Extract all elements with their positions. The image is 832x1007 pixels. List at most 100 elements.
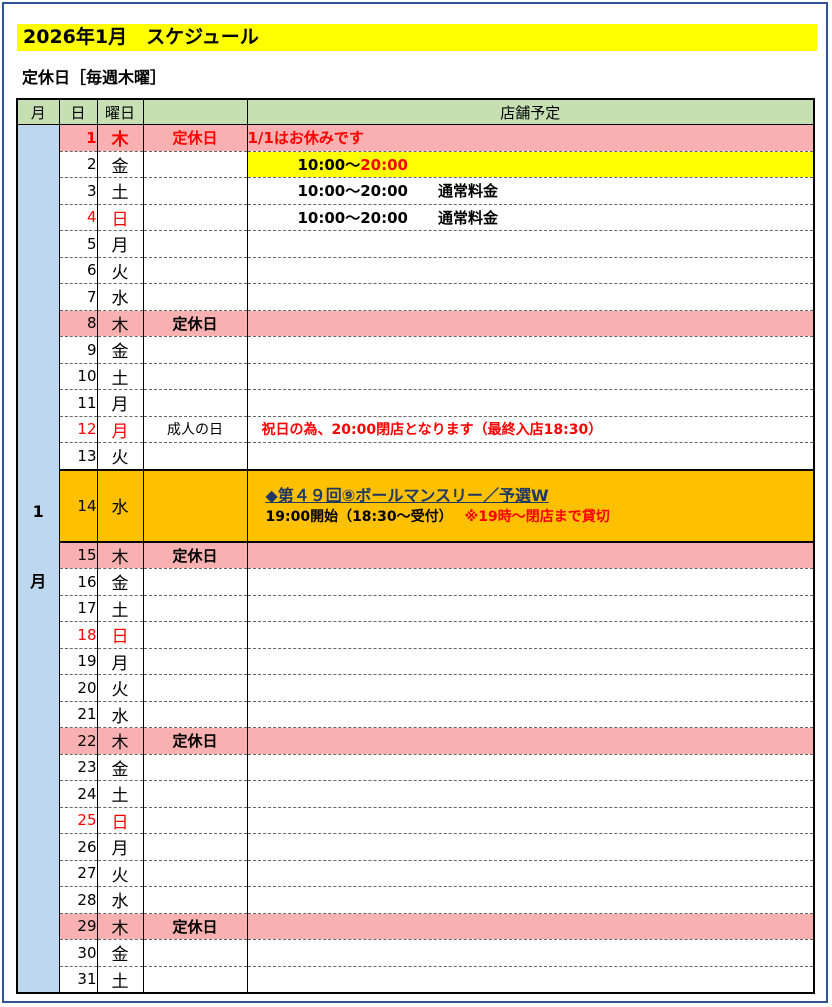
note-cell: 定休日 bbox=[142, 124, 248, 152]
dow-cell: 金 bbox=[96, 939, 144, 967]
table-row: 22 木定休日 bbox=[17, 727, 815, 755]
day-cell: 28 bbox=[58, 886, 98, 914]
schedule-cell: 10:00～20:00 通常料金 bbox=[246, 203, 815, 231]
dow-cell: 金 bbox=[96, 150, 144, 178]
day-cell: 13 bbox=[58, 442, 98, 470]
day-cell: 30 bbox=[58, 939, 98, 967]
dow-cell: 火 bbox=[96, 256, 144, 284]
dow-cell: 月 bbox=[96, 415, 144, 443]
schedule-cell bbox=[246, 621, 815, 649]
dow-cell: 日 bbox=[96, 621, 144, 649]
header-schedule: 店舗予定 bbox=[246, 98, 815, 125]
note-cell bbox=[142, 389, 248, 417]
dow-cell: 月 bbox=[96, 389, 144, 417]
day-cell: 5 bbox=[58, 230, 98, 258]
header-dow: 曜日 bbox=[96, 98, 144, 125]
time-range: 10:00～20:00 bbox=[297, 182, 409, 201]
note-cell bbox=[142, 568, 248, 596]
note-cell bbox=[142, 442, 248, 470]
note-cell bbox=[142, 468, 248, 543]
dow-cell: 木 bbox=[96, 124, 144, 152]
schedule-cell bbox=[246, 442, 815, 470]
note-cell bbox=[142, 886, 248, 914]
schedule-cell bbox=[246, 912, 815, 940]
dow-cell: 土 bbox=[96, 594, 144, 622]
table-row: 21 水 bbox=[17, 700, 815, 728]
header-row: 月 日 曜日 店舗予定 bbox=[16, 98, 815, 125]
table-row: 28 水 bbox=[17, 886, 815, 914]
note-cell: 成人の日 bbox=[142, 415, 248, 443]
note-cell bbox=[142, 965, 248, 994]
dow-cell: 木 bbox=[96, 309, 144, 337]
table-row: 29 木定休日 bbox=[17, 912, 815, 940]
dow-cell: 金 bbox=[96, 336, 144, 364]
note-cell bbox=[142, 362, 248, 390]
schedule-cell bbox=[246, 674, 815, 702]
table-row: 26 月 bbox=[17, 833, 815, 861]
dow-cell: 木 bbox=[96, 727, 144, 755]
schedule-cell bbox=[246, 541, 815, 569]
event-time: 19:00開始（18:30～受付） bbox=[265, 508, 453, 525]
event-title[interactable]: ◆第４９回⑨ボールマンスリー／予選W bbox=[266, 485, 814, 507]
day-cell: 27 bbox=[58, 859, 98, 887]
table-row: 2 金 10:00～20:00 bbox=[17, 150, 815, 178]
day-cell: 2 bbox=[58, 150, 98, 178]
table-row: 18 日 bbox=[17, 621, 815, 649]
table-row: 10 土 bbox=[17, 362, 815, 390]
dow-cell: 火 bbox=[96, 442, 144, 470]
schedule-cell bbox=[246, 700, 815, 728]
dow-cell: 水 bbox=[96, 886, 144, 914]
note-cell bbox=[142, 700, 248, 728]
day-cell: 29 bbox=[58, 912, 98, 940]
month-label-char: 月 bbox=[30, 571, 47, 591]
event-note: ※19時～閉店まで貸切 bbox=[464, 508, 610, 525]
header-note bbox=[142, 98, 248, 125]
note-cell bbox=[142, 833, 248, 861]
dow-cell: 金 bbox=[96, 568, 144, 596]
dow-cell: 水 bbox=[96, 283, 144, 311]
table-row: 13 火 bbox=[17, 442, 815, 470]
note-cell bbox=[142, 753, 248, 781]
day-cell: 23 bbox=[58, 753, 98, 781]
table-row: 25 日 bbox=[17, 806, 815, 834]
day-cell: 31 bbox=[58, 965, 98, 994]
day-cell: 9 bbox=[58, 336, 98, 364]
dow-cell: 日 bbox=[96, 203, 144, 231]
dow-cell: 金 bbox=[96, 753, 144, 781]
dow-cell: 土 bbox=[96, 177, 144, 205]
dow-cell: 木 bbox=[96, 541, 144, 569]
schedule-cell bbox=[246, 389, 815, 417]
day-cell: 24 bbox=[58, 780, 98, 808]
schedule-cell bbox=[246, 886, 815, 914]
schedule-cell bbox=[246, 939, 815, 967]
schedule-cell: 10:00～20:00 bbox=[246, 150, 815, 178]
schedule-cell bbox=[246, 965, 815, 994]
schedule-cell: 1/1はお休みです bbox=[246, 124, 815, 152]
dow-cell: 水 bbox=[96, 700, 144, 728]
day-cell: 21 bbox=[58, 700, 98, 728]
month-label-number: 1 bbox=[32, 501, 44, 521]
day-cell: 6 bbox=[58, 256, 98, 284]
day-cell: 3 bbox=[58, 177, 98, 205]
table-row: 12 月 成人の日 祝日の為、20:00閉店となります（最終入店18:30） bbox=[17, 415, 815, 443]
schedule-cell bbox=[246, 833, 815, 861]
schedule-cell bbox=[246, 594, 815, 622]
schedule-cell bbox=[246, 309, 815, 337]
note-cell bbox=[142, 780, 248, 808]
table-row: 24 土 bbox=[17, 780, 815, 808]
note-cell bbox=[142, 939, 248, 967]
month-cell: 1月 bbox=[16, 124, 60, 994]
table-row: 14 水 ◆第４９回⑨ボールマンスリー／予選W 19:00開始（18:30～受付… bbox=[17, 468, 815, 543]
day-cell: 10 bbox=[58, 362, 98, 390]
day-cell: 8 bbox=[58, 309, 98, 337]
day-cell: 25 bbox=[58, 806, 98, 834]
time-start: 10:00～ bbox=[297, 155, 361, 174]
note-cell bbox=[142, 283, 248, 311]
note-cell bbox=[142, 621, 248, 649]
table-row: 30 金 bbox=[17, 939, 815, 967]
note-cell bbox=[142, 806, 248, 834]
dow-cell: 土 bbox=[96, 362, 144, 390]
note-cell bbox=[142, 150, 248, 178]
dow-cell: 月 bbox=[96, 833, 144, 861]
dow-cell: 水 bbox=[96, 468, 144, 543]
